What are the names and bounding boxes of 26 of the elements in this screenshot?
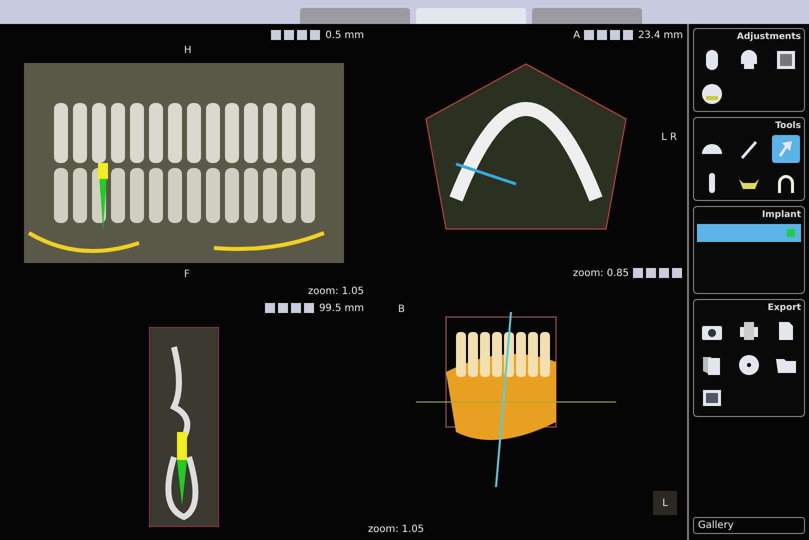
screw-icon [708,172,716,194]
disc-icon [736,353,761,377]
zoom-value: zoom: 1.05 [368,524,424,534]
toolbar-icons[interactable] [271,30,322,40]
panel-title: Export [768,303,801,313]
zoom-value: zoom: 1.05 [308,286,364,296]
picture-icon [774,48,797,72]
tool-button[interactable] [772,135,800,163]
toolbar-icons[interactable] [265,303,316,313]
toolbar-icons[interactable] [633,268,683,278]
view-label: A [573,30,580,40]
panel-title: Adjustments [736,32,801,42]
panel-title: Tools [775,121,801,131]
scale-value: 99.5 mm [319,302,364,314]
orientation-label: B [398,304,405,315]
scale-value: 23.4 mm [638,30,683,40]
orientation-cube[interactable]: L [653,491,677,515]
orientation-label: F [184,269,190,280]
orientation-label: H [184,45,192,56]
protractor-icon [702,144,722,154]
scale-value: 0.5 mm [325,30,364,40]
panel-title: Implant [762,210,801,220]
zoom-value: zoom: 0.85 [572,268,629,278]
gallery-bar[interactable]: Gallery [693,517,805,534]
toolbar-icons[interactable] [584,30,634,40]
orientation-label: L R [661,132,677,144]
